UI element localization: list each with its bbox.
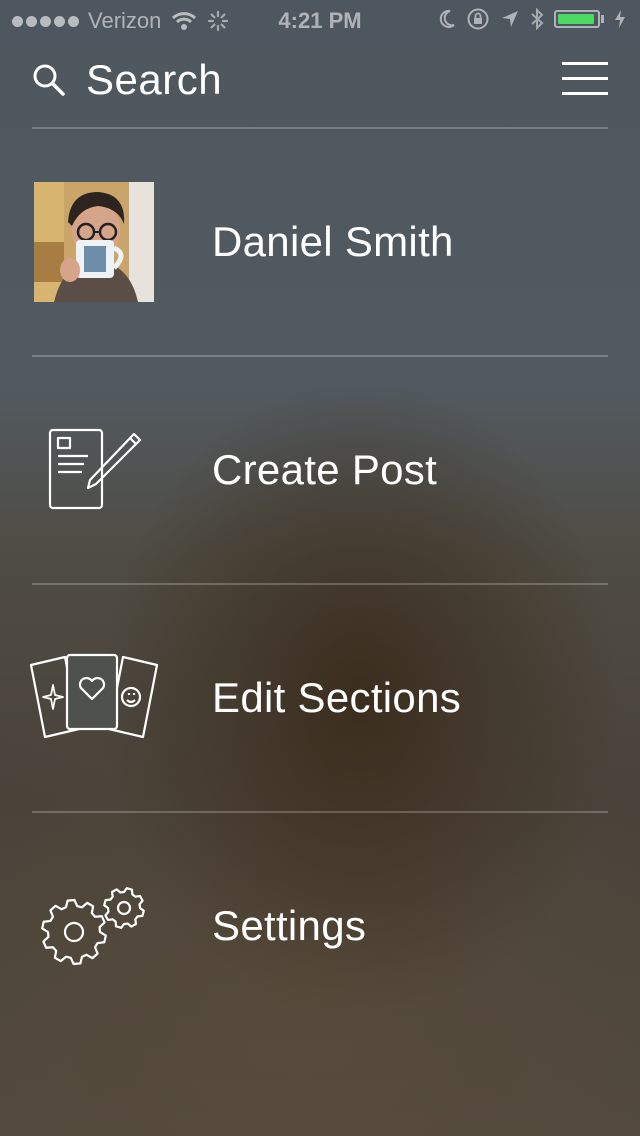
gears-icon — [38, 886, 150, 966]
header-bar: Search — [32, 56, 608, 106]
search-button[interactable]: Search — [32, 56, 222, 104]
menu-item-profile[interactable]: Daniel Smith — [0, 129, 640, 355]
bluetooth-icon — [530, 7, 544, 31]
battery-icon — [554, 10, 604, 28]
menu-item-settings[interactable]: Settings — [0, 813, 640, 1039]
location-arrow-icon — [500, 9, 520, 29]
menu-item-create-post[interactable]: Create Post — [0, 357, 640, 583]
orientation-lock-icon — [466, 7, 490, 31]
status-bar-right — [428, 7, 626, 31]
status-bar: Verizon 4:21 PM — [0, 0, 640, 40]
hamburger-menu-icon[interactable] — [562, 62, 608, 96]
menu-item-label: Settings — [212, 902, 367, 949]
charging-bolt-icon — [614, 9, 626, 29]
search-label: Search — [86, 56, 223, 103]
profile-avatar — [34, 182, 154, 302]
battery-level-fill — [558, 14, 594, 24]
menu-item-label: Edit Sections — [212, 674, 462, 721]
compose-post-icon — [44, 428, 144, 512]
menu-item-label: Create Post — [212, 446, 438, 493]
moon-icon — [438, 9, 456, 29]
section-cards-icon — [27, 653, 161, 743]
menu-item-label: Daniel Smith — [212, 218, 454, 265]
search-icon — [32, 63, 66, 97]
menu-item-edit-sections[interactable]: Edit Sections — [0, 585, 640, 811]
